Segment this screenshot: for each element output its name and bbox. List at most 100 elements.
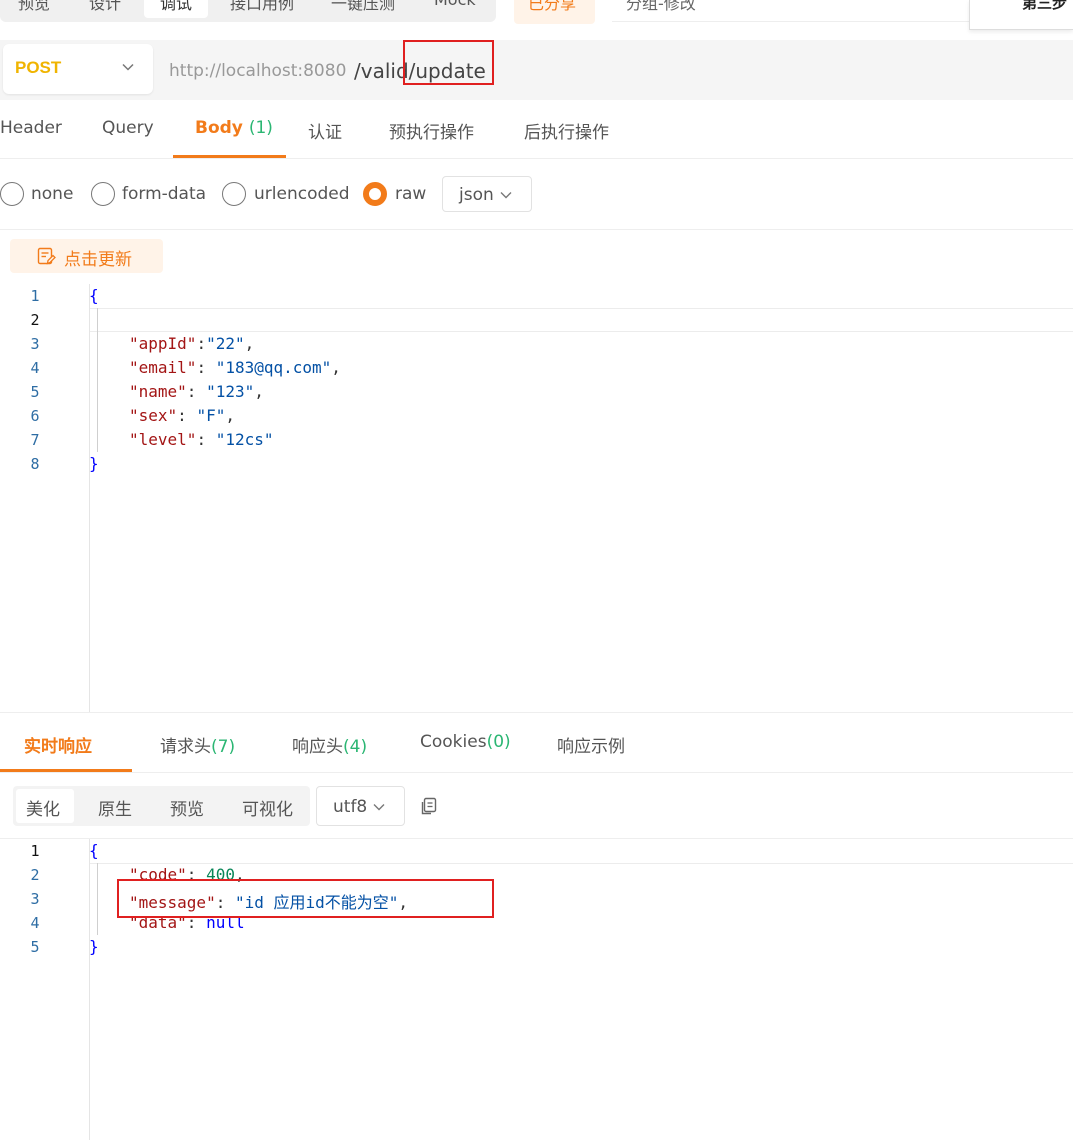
document-edit-icon — [37, 247, 56, 265]
line-number: 7 — [30, 431, 40, 449]
line-number: 3 — [30, 335, 40, 353]
json-key: "level" — [129, 430, 197, 449]
method-select[interactable]: POST — [3, 44, 153, 94]
indent-guide — [97, 863, 98, 935]
format-select[interactable]: json — [442, 176, 532, 212]
divider — [0, 158, 1073, 159]
radio-form-data[interactable] — [91, 182, 115, 206]
tab-body[interactable]: Body (1) — [195, 118, 273, 138]
divider — [0, 229, 1073, 230]
divider — [0, 712, 1073, 713]
line-number: 1 — [30, 842, 40, 860]
radio-raw[interactable] — [363, 182, 387, 206]
tab-pre-script[interactable]: 预执行操作 — [389, 118, 474, 143]
code-line: { — [89, 286, 99, 305]
highlight-box-message — [117, 879, 494, 918]
encoding-value: utf8 — [333, 797, 368, 817]
close-brace: } — [89, 937, 99, 956]
base-url: http://localhost:8080 — [169, 61, 347, 81]
view-visual-button[interactable]: 可视化 — [242, 795, 293, 820]
json-value: "183@qq.com" — [215, 358, 332, 377]
line-number: 5 — [30, 938, 40, 956]
editor-gutter — [89, 284, 90, 712]
view-preview-button[interactable]: 预览 — [170, 795, 204, 820]
view-pretty-button[interactable]: 美化 — [26, 795, 60, 820]
method-value: POST — [15, 58, 62, 77]
json-sep: : — [186, 382, 207, 401]
radio-none-label: none — [31, 184, 74, 204]
chevron-down-icon — [500, 192, 512, 199]
tab-response-example[interactable]: 响应示例 — [557, 732, 625, 757]
json-comma: , — [331, 358, 341, 377]
tab-body-count: (1) — [248, 118, 273, 138]
api-name-input[interactable]: 分组-修改 — [612, 0, 970, 22]
tab-request-headers[interactable]: 请求头(7) — [160, 732, 235, 757]
code-line: "name": "123", — [129, 382, 264, 401]
current-line-highlight — [90, 863, 1073, 864]
line-number: 2 — [30, 866, 40, 884]
encoding-select[interactable]: utf8 — [316, 786, 405, 826]
tab-response-headers[interactable]: 响应头(4) — [292, 732, 367, 757]
tab-count: (4) — [343, 737, 368, 757]
radio-urlencoded-label: urlencoded — [254, 184, 350, 204]
radio-none[interactable] — [0, 182, 24, 206]
tab-query[interactable]: Query — [102, 118, 154, 138]
chevron-down-icon — [373, 804, 385, 811]
tab-cookies-label: Cookies — [420, 732, 487, 752]
tab-preview[interactable]: 预览 — [18, 0, 50, 14]
step-card: 第三步 — [969, 0, 1073, 30]
code-line: { — [89, 841, 99, 860]
api-name-value: 分组-修改 — [626, 0, 696, 13]
tab-test-cases[interactable]: 接口用例 — [230, 0, 294, 14]
tab-auth[interactable]: 认证 — [308, 118, 342, 143]
json-value: "12cs" — [215, 430, 274, 449]
tab-header[interactable]: Header — [0, 118, 62, 138]
json-key: "sex" — [129, 406, 178, 425]
open-brace: { — [89, 286, 99, 305]
tab-count: (0) — [486, 732, 511, 752]
line-number: 4 — [30, 359, 40, 377]
share-button[interactable]: 已分享 — [514, 0, 595, 24]
tab-load-test[interactable]: 一键压测 — [331, 0, 395, 14]
code-line: "sex": "F", — [129, 406, 235, 425]
code-line: "email": "183@qq.com", — [129, 358, 341, 377]
line-number: 2 — [30, 311, 40, 329]
tab-cookies[interactable]: Cookies(0) — [420, 732, 511, 752]
open-brace: { — [89, 841, 99, 860]
json-key: "name" — [129, 382, 187, 401]
copy-icon[interactable] — [419, 796, 439, 816]
line-number: 5 — [30, 383, 40, 401]
highlight-box-url — [403, 40, 494, 85]
view-raw-button[interactable]: 原生 — [98, 795, 132, 820]
tab-mock[interactable]: Mock — [434, 0, 476, 9]
json-sep: : — [196, 430, 216, 449]
line-number: 8 — [30, 455, 40, 473]
json-comma: , — [254, 382, 264, 401]
radio-urlencoded[interactable] — [222, 182, 246, 206]
json-value: "123" — [206, 382, 255, 401]
tab-post-script[interactable]: 后执行操作 — [524, 118, 609, 143]
json-value: "22" — [206, 334, 245, 353]
tab-debug[interactable]: 调试 — [144, 0, 209, 18]
url-bar — [0, 40, 1073, 100]
step-label: 第三步 — [1022, 0, 1068, 12]
indent-guide — [97, 308, 98, 452]
tab-design[interactable]: 设计 — [89, 0, 121, 14]
line-number: 4 — [30, 914, 40, 932]
code-line: } — [89, 454, 99, 473]
tab-body-label: Body — [195, 118, 243, 138]
tab-count: (7) — [211, 737, 236, 757]
line-number: 3 — [30, 890, 40, 908]
format-value: json — [459, 185, 494, 205]
code-line: "level": "12cs" — [129, 430, 274, 449]
tab-response-headers-label: 响应头 — [292, 737, 343, 757]
line-number: 1 — [30, 287, 40, 305]
tab-live-response[interactable]: 实时响应 — [24, 732, 92, 757]
json-key: "email" — [129, 358, 197, 377]
top-tab-bar: 预览 设计 调试 接口用例 一键压测 Mock — [0, 0, 496, 22]
divider — [0, 772, 1073, 773]
update-button-label: 点击更新 — [64, 250, 132, 270]
chevron-down-icon — [122, 63, 134, 71]
update-button[interactable]: 点击更新 — [10, 239, 163, 273]
code-line: } — [89, 937, 99, 956]
